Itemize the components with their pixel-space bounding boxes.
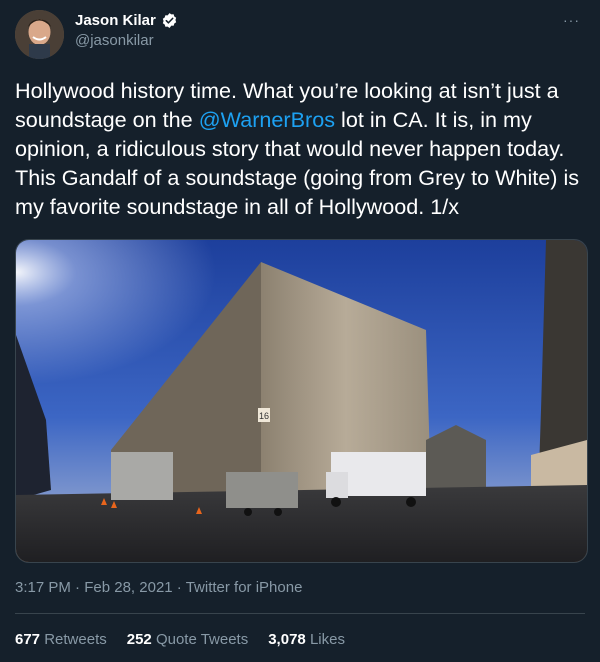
tweet-stats: 677 Retweets 252 Quote Tweets 3,078 Like…: [15, 631, 345, 648]
mention-link[interactable]: @WarnerBros: [199, 107, 335, 132]
tweet-text: Hollywood history time. What you’re look…: [15, 76, 587, 221]
tweet-date[interactable]: Feb 28, 2021: [84, 579, 172, 596]
stat-label: Retweets: [44, 631, 107, 648]
stat-value: 252: [126, 631, 152, 648]
meta-separator: ·: [172, 579, 186, 596]
author-info[interactable]: Jason Kilar @jasonkilar: [75, 12, 178, 49]
stat-value: 677: [15, 631, 41, 648]
retweets-count[interactable]: 677 Retweets: [15, 631, 107, 648]
stat-label: Likes: [309, 631, 345, 648]
tweet-time[interactable]: 3:17 PM: [15, 579, 71, 596]
author-display-name[interactable]: Jason Kilar: [75, 12, 156, 29]
tweet-meta: 3:17 PM · Feb 28, 2021 · Twitter for iPh…: [15, 579, 302, 596]
divider: [15, 613, 585, 614]
tweet-source[interactable]: Twitter for iPhone: [186, 579, 303, 596]
more-options-icon[interactable]: ···: [563, 12, 580, 28]
stage-number-label: 16: [259, 411, 269, 421]
quote-tweets-count[interactable]: 252 Quote Tweets: [127, 631, 248, 648]
stat-label: Quote Tweets: [155, 631, 249, 648]
tweet-media-photo[interactable]: 16: [15, 239, 588, 563]
likes-count[interactable]: 3,078 Likes: [268, 631, 345, 648]
meta-separator: ·: [70, 579, 85, 596]
stat-value: 3,078: [268, 631, 306, 648]
author-avatar[interactable]: [15, 10, 64, 59]
author-handle[interactable]: @jasonkilar: [75, 32, 178, 49]
verified-badge-icon: [161, 12, 178, 29]
